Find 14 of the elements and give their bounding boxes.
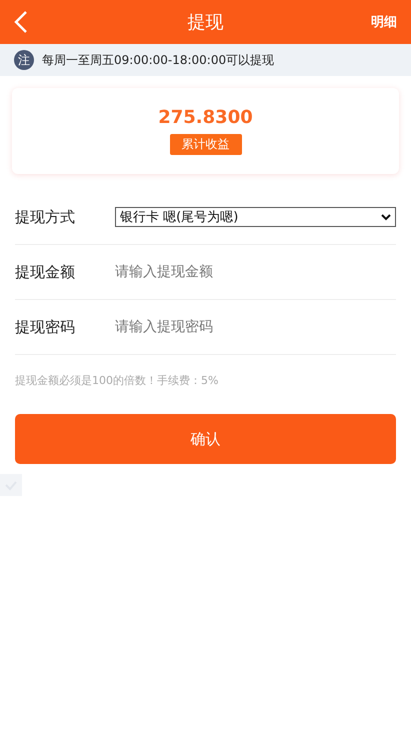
caret-icon: [381, 214, 391, 220]
page-title: 提现: [188, 12, 224, 33]
method-select[interactable]: 银行卡 嗯(尾号为嗯): [115, 207, 396, 227]
notice-badge: 注: [14, 50, 34, 70]
earnings-label: 累计收益: [170, 134, 242, 155]
confirm-button[interactable]: 确认: [15, 414, 396, 464]
field-label: 提现方式: [15, 208, 76, 226]
earnings-amount: 275.8300: [158, 107, 253, 128]
hint-text: 提现金额必须是100的倍数！手续费：5%: [15, 373, 220, 388]
details-link[interactable]: 明细: [371, 13, 397, 31]
notice-text: 每周一至周五09:00:00-18:00:00可以提现: [42, 52, 274, 68]
field-label: 提现金额: [15, 262, 76, 282]
field-label: 提现密码: [15, 318, 76, 336]
back-icon[interactable]: [14, 10, 28, 34]
